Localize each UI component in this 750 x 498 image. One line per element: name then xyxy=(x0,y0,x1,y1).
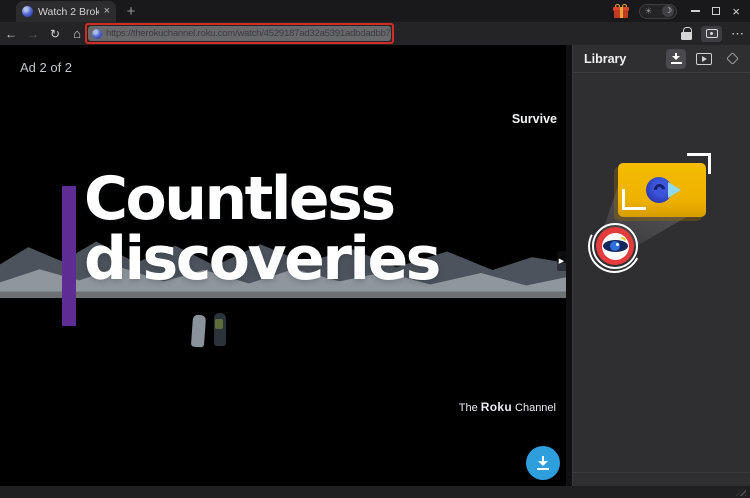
converter-icon xyxy=(726,52,739,65)
address-bar[interactable]: https://therokuchannel.roku.com/watch/45… xyxy=(88,26,391,41)
tab-close-icon[interactable]: × xyxy=(104,6,110,17)
roku-channel-watermark: The Roku Channel xyxy=(459,400,556,414)
more-menu-button[interactable]: ⋯ xyxy=(731,27,744,40)
hiker-figure xyxy=(214,313,226,346)
ad-title-badge: Survive xyxy=(512,112,557,126)
capture-frame-bracket xyxy=(687,153,711,174)
status-bar xyxy=(0,486,750,498)
back-button[interactable]: ← xyxy=(0,27,22,41)
capture-frame-bracket xyxy=(622,189,646,210)
theme-toggle[interactable]: ☀ ☽ xyxy=(639,4,677,19)
hiker-figure xyxy=(191,315,206,348)
url-text[interactable]: https://therokuchannel.roku.com/watch/45… xyxy=(106,28,391,39)
titlebar-controls: ☀ ☽ × xyxy=(613,0,746,22)
download-icon xyxy=(671,53,682,64)
tab-bar: Watch 2 Broke Girls - × + ☀ ☽ × xyxy=(0,0,750,22)
download-icon xyxy=(536,456,550,470)
library-empty-state-illustration xyxy=(583,150,733,280)
main-content: Ad 2 of 2 Survive Countless discoveries … xyxy=(0,45,750,486)
app-window: Watch 2 Broke Girls - × + ☀ ☽ × ← → ↻ xyxy=(0,0,750,498)
site-favicon-icon xyxy=(92,29,102,39)
video-player[interactable]: Survive Countless discoveries The Roku C… xyxy=(0,103,566,428)
gift-promo-icon[interactable] xyxy=(613,4,629,19)
ad-headline: Countless discoveries xyxy=(84,169,439,289)
headline-line-1: Countless xyxy=(84,169,439,229)
minimize-button[interactable] xyxy=(691,10,700,12)
headline-line-2: discoveries xyxy=(84,229,439,289)
new-tab-button[interactable]: + xyxy=(122,2,140,20)
navigation-bar: ← → ↻ ⌂ https://therokuchannel.roku.com/… xyxy=(0,22,750,45)
roku-favicon-icon xyxy=(22,6,33,17)
navbar-right-tools: ⋯ xyxy=(681,22,744,45)
library-panel: Library xyxy=(572,45,750,486)
downloads-tab-button[interactable] xyxy=(666,49,686,69)
password-lock-icon[interactable] xyxy=(681,27,692,40)
library-tab-icons xyxy=(666,49,742,69)
video-camera-logo-icon xyxy=(642,177,682,203)
window-buttons: × xyxy=(691,5,746,18)
forward-button[interactable]: → xyxy=(22,27,44,41)
ad-counter-label: Ad 2 of 2 xyxy=(20,60,72,75)
resize-grip[interactable] xyxy=(736,487,746,496)
maximize-button[interactable] xyxy=(712,7,720,15)
url-highlight-box: https://therokuchannel.roku.com/watch/45… xyxy=(85,23,394,44)
tab-title: Watch 2 Broke Girls - xyxy=(38,6,99,18)
light-mode-icon[interactable]: ☀ xyxy=(642,7,652,16)
browser-tab[interactable]: Watch 2 Broke Girls - × xyxy=(16,1,116,22)
library-header: Library xyxy=(573,45,750,73)
converter-tab-button[interactable] xyxy=(722,49,742,69)
videos-tab-button[interactable] xyxy=(694,49,714,69)
detector-eye-icon xyxy=(592,223,638,269)
camera-icon xyxy=(706,29,718,38)
headline-accent-bar xyxy=(62,186,76,326)
panel-divider xyxy=(573,472,750,473)
close-window-button[interactable]: × xyxy=(732,5,740,18)
video-icon xyxy=(696,53,712,65)
browser-viewport: Ad 2 of 2 Survive Countless discoveries … xyxy=(0,45,566,486)
panel-expand-arrow-icon[interactable]: ▶ xyxy=(557,251,566,271)
dark-mode-icon[interactable]: ☽ xyxy=(662,5,674,17)
library-title: Library xyxy=(584,52,666,66)
download-fab-button[interactable] xyxy=(526,446,560,480)
reload-button[interactable]: ↻ xyxy=(44,27,66,41)
video-capture-button[interactable] xyxy=(701,26,722,42)
